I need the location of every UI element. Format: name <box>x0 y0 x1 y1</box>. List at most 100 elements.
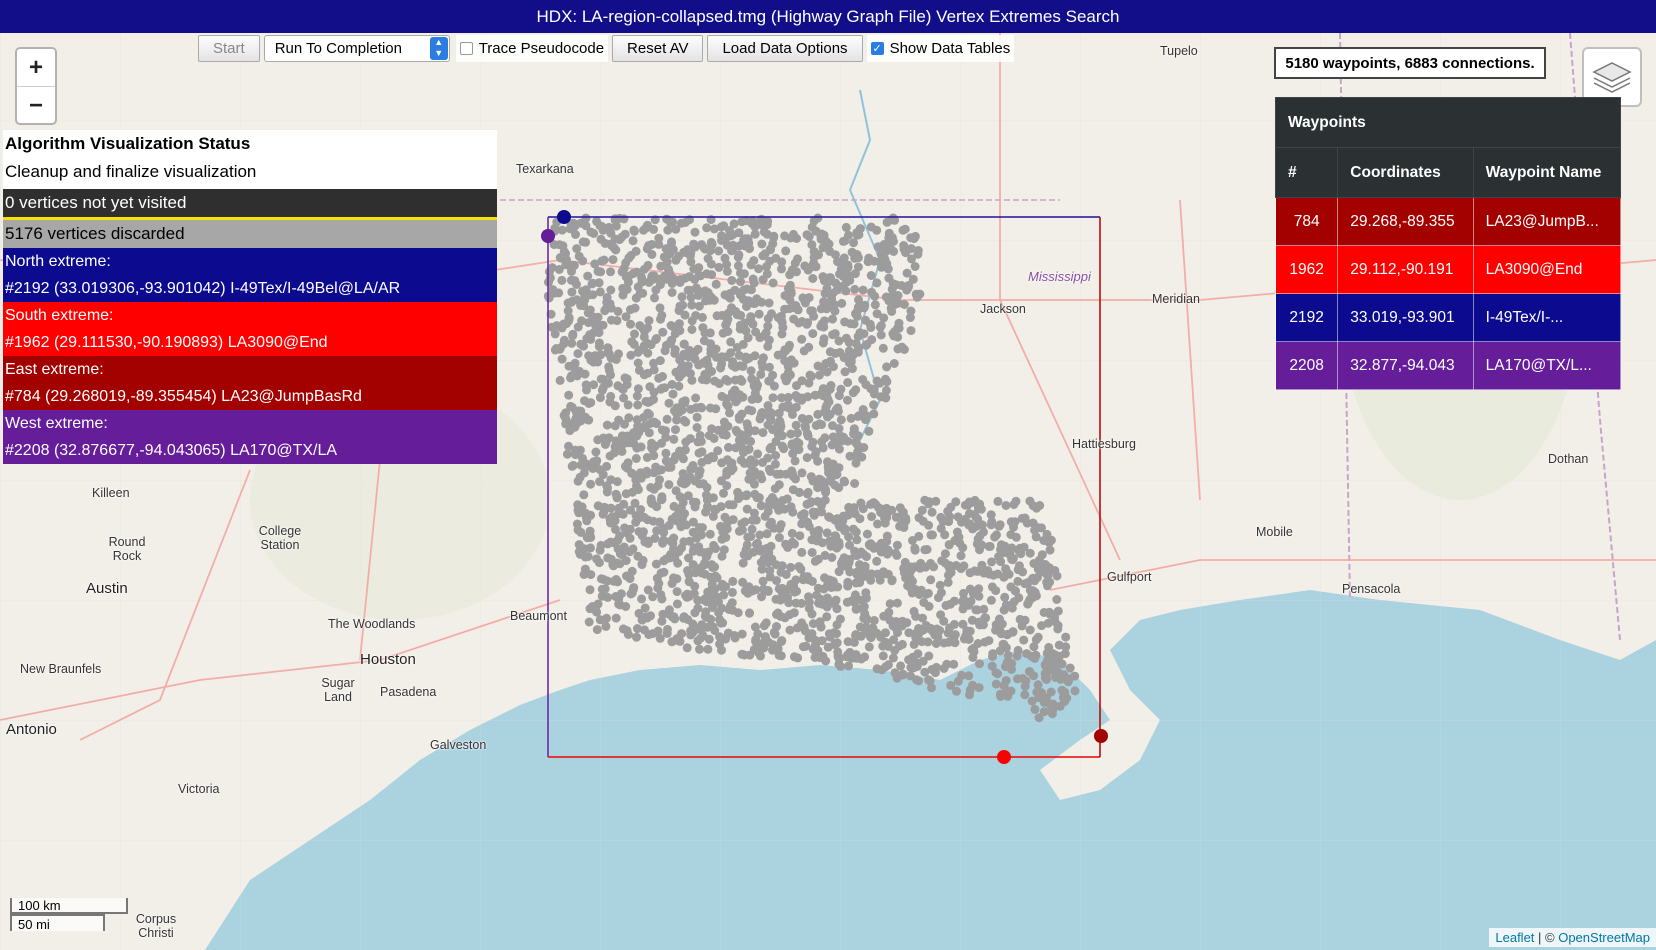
waypoint-dot <box>932 624 942 634</box>
run-mode-select[interactable]: Run To Completion ▲ ▼ <box>263 35 450 62</box>
zoom-out-button[interactable]: − <box>17 87 55 124</box>
waypoint-dot <box>876 330 886 340</box>
waypoint-dot <box>593 599 603 609</box>
waypoint-dot <box>940 549 950 559</box>
reset-av-button[interactable]: Reset AV <box>612 35 704 62</box>
waypoint-dot <box>611 613 621 623</box>
waypoint-dot <box>936 512 946 522</box>
waypoint-dot <box>1019 635 1029 645</box>
waypoint-dot <box>642 469 652 479</box>
waypoint-dot <box>710 626 720 635</box>
extreme-detail: #1962 (29.111530,-90.190893) LA3090@End <box>5 334 328 351</box>
waypoint-dot <box>814 370 824 380</box>
waypoint-dot <box>646 494 656 504</box>
waypoint-dot <box>908 652 918 662</box>
waypoint-dot <box>559 339 569 349</box>
extremes-list: North extreme: #2192 (33.019306,-93.9010… <box>3 248 497 464</box>
waypoint-dot <box>844 661 853 671</box>
waypoint-dot <box>629 339 639 349</box>
av-toolbar: Start Run To Completion ▲ ▼ Trace Pseudoc… <box>198 33 1018 64</box>
waypoint-dot <box>1052 595 1062 604</box>
waypoint-dot <box>803 572 813 582</box>
waypoint-dot <box>843 577 853 587</box>
table-row[interactable]: 784 29.268,-89.355 LA23@JumpB... <box>1274 197 1622 246</box>
openstreetmap-link[interactable]: OpenStreetMap <box>1558 930 1650 945</box>
waypoint-dot <box>719 488 728 498</box>
waypoint-dot <box>906 233 916 243</box>
check-icon[interactable]: ✓ <box>870 42 884 55</box>
waypoint-dot <box>602 420 612 430</box>
waypoint-dot <box>647 249 657 259</box>
cell-coordinates: 33.019,-93.901 <box>1337 293 1474 342</box>
waypoint-dot <box>1033 632 1043 642</box>
waypoint-dot <box>869 256 879 266</box>
waypoint-dot <box>675 326 685 336</box>
table-row[interactable]: 2208 32.877,-94.043 LA170@TX/L... <box>1274 341 1622 390</box>
waypoint-dot <box>832 620 842 630</box>
cell-num: 2192 <box>1274 293 1339 342</box>
waypoint-dot <box>986 595 996 605</box>
waypoint-dot <box>620 419 629 429</box>
waypoint-dot <box>733 261 743 271</box>
waypoint-dot <box>694 301 704 311</box>
waypoint-dot <box>737 629 747 639</box>
waypoint-dot <box>962 626 972 636</box>
extreme-label: East extreme: <box>5 361 104 378</box>
south-extreme-entry[interactable]: South extreme: #1962 (29.111530,-90.1908… <box>3 302 497 356</box>
waypoint-dot <box>873 519 882 529</box>
waypoint-dot <box>1029 642 1039 652</box>
waypoint-dot <box>769 233 779 243</box>
waypoint-dot <box>721 375 731 384</box>
table-row[interactable]: 1962 29.112,-90.191 LA3090@End <box>1274 245 1622 294</box>
waypoint-dot <box>567 461 577 471</box>
waypoint-dot <box>828 432 838 442</box>
zoom-in-button[interactable]: + <box>17 49 55 87</box>
waypoint-dot <box>777 636 787 646</box>
waypoint-dot <box>785 610 795 620</box>
waypoint-dot <box>941 601 951 610</box>
waypoint-dot <box>876 321 886 331</box>
waypoint-dot <box>911 612 921 621</box>
waypoint-dot <box>751 327 761 337</box>
waypoint-dot <box>894 318 904 328</box>
north-extreme-entry[interactable]: North extreme: #2192 (33.019306,-93.9010… <box>3 248 497 302</box>
waypoint-dot <box>684 345 694 355</box>
waypoint-dot <box>586 227 596 237</box>
waypoint-dot <box>592 607 602 617</box>
map-label-austin: Austin <box>86 580 128 597</box>
waypoint-dot <box>822 528 832 538</box>
waypoint-dot <box>658 327 668 337</box>
waypoint-dot <box>701 507 711 517</box>
load-data-options-button[interactable]: Load Data Options <box>707 35 863 62</box>
map-label-houston: Houston <box>360 651 416 668</box>
start-button[interactable]: Start <box>198 35 260 62</box>
waypoint-dot <box>758 353 768 363</box>
waypoint-dot <box>748 274 758 284</box>
waypoint-dot <box>690 502 700 512</box>
waypoint-dot <box>840 477 850 487</box>
waypoint-dot <box>852 250 862 259</box>
waypoint-dot <box>759 643 769 653</box>
map-label-new-braunfels: New Braunfels <box>20 662 102 676</box>
leaflet-link[interactable]: Leaflet <box>1495 930 1534 945</box>
waypoint-dot <box>749 472 758 481</box>
table-row[interactable]: 2192 33.019,-93.901 I-49Tex/I-... <box>1274 293 1622 342</box>
waypoint-dot <box>862 615 872 625</box>
waypoint-dot <box>645 382 655 392</box>
east-extreme-entry[interactable]: East extreme: #784 (29.268019,-89.355454… <box>3 356 497 410</box>
waypoint-dot <box>596 267 606 277</box>
waypoint-dot <box>804 592 813 602</box>
waypoint-dot <box>718 618 728 628</box>
show-data-tables-toggle[interactable]: ✓ Show Data Tables <box>866 35 1015 62</box>
trace-pseudocode-checkbox[interactable] <box>459 42 473 55</box>
waypoint-dot <box>943 577 953 587</box>
west-extreme-entry[interactable]: West extreme: #2208 (32.876677,-94.04306… <box>3 410 497 464</box>
map-label-mississippi: Mississippi <box>1028 269 1091 284</box>
waypoint-dot <box>649 484 659 494</box>
waypoint-dot <box>637 594 647 604</box>
trace-pseudocode-toggle[interactable]: Trace Pseudocode <box>455 35 609 62</box>
waypoint-dot <box>664 480 674 490</box>
waypoint-dot <box>767 309 776 319</box>
waypoint-dot <box>700 569 710 579</box>
waypoint-dot <box>793 393 803 403</box>
